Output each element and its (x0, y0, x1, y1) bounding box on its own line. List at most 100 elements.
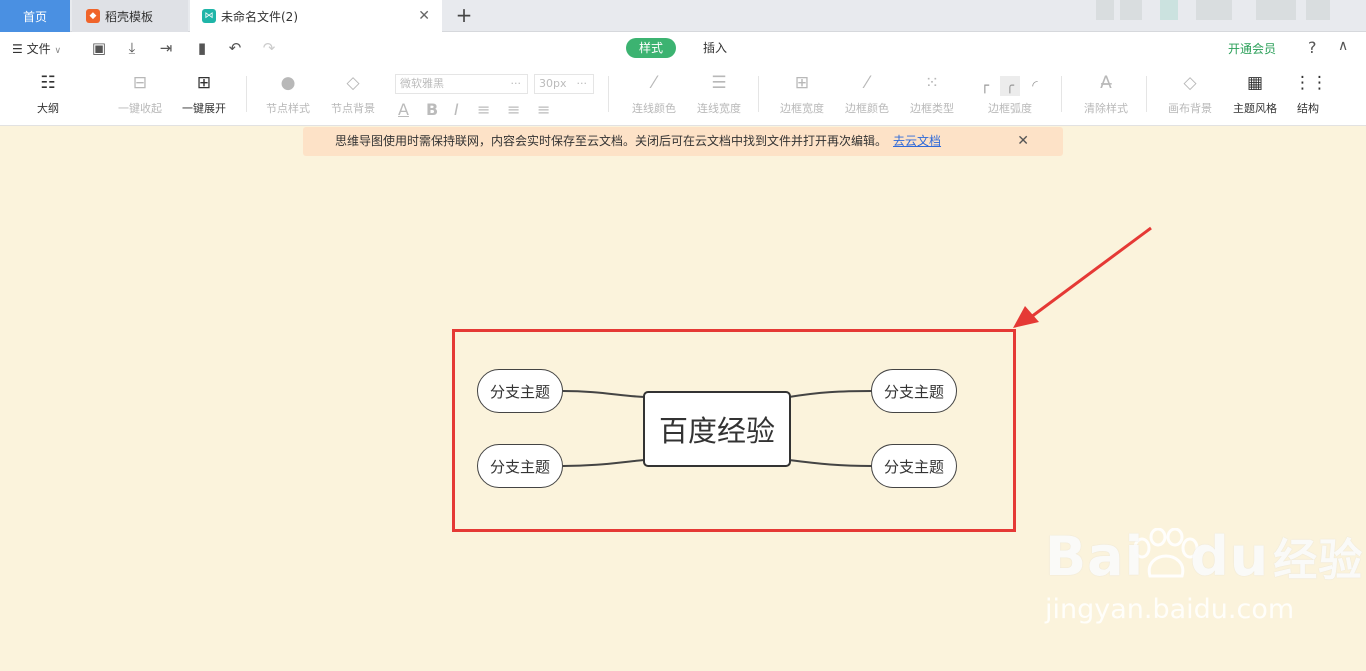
align-center-icon[interactable]: ≡ (507, 100, 520, 119)
undo-icon[interactable]: ↶ (226, 39, 244, 57)
canvas-bg-label: 画布背景 (1168, 102, 1212, 115)
line-color-button[interactable]: ⁄ 连线颜色 (628, 72, 680, 116)
tab-template[interactable]: ◆ 稻壳模板 (72, 0, 188, 32)
mindmap-canvas[interactable]: 百度经验 分支主题 分支主题 分支主题 分支主题 Bai du经验 jingyan… (0, 156, 1366, 671)
tab-insert[interactable]: 插入 (690, 38, 740, 58)
blurred-area (1096, 0, 1336, 20)
border-width-icon: ⊞ (794, 73, 810, 93)
font-family-value: 微软雅黑 (400, 77, 444, 90)
node-bg-button[interactable]: ◇ 节点背景 (327, 72, 379, 116)
structure-icon: ⋮⋮ (1294, 73, 1328, 93)
theme-icon: ▦ (1246, 73, 1264, 93)
docer-icon: ◆ (86, 9, 100, 23)
cloud-doc-link[interactable]: 去云文档 (893, 134, 941, 148)
font-size-select[interactable]: 30px ··· (534, 74, 594, 94)
border-type-button[interactable]: ⁙ 边框类型 (906, 72, 958, 116)
tab-document-label: 未命名文件(2) (221, 9, 298, 24)
chevron-down-icon: ∨ (54, 46, 62, 56)
expand-all-button[interactable]: ⊞ 一键展开 (178, 72, 230, 116)
divider (608, 76, 609, 112)
menu-icon: ☰ (12, 42, 23, 56)
border-radius-label-wrap: . 边框弧度 (984, 72, 1036, 116)
help-icon[interactable]: ? (1308, 38, 1317, 57)
divider (246, 76, 247, 112)
notice-text: 思维导图使用时需保持联网，内容会实时保存至云文档。关闭后可在云文档中找到文件并打… (335, 134, 888, 148)
collapse-all-label: 一键收起 (118, 102, 162, 115)
menu-row: ☰ 文件 ∨ ▣ ⤓ ⇥ ▮ ↶ ↷ 样式 插入 开通会员 ? ∧ (0, 32, 1366, 64)
align-right-icon[interactable]: ≡ (537, 100, 550, 119)
format-painter-icon[interactable]: ▮ (193, 39, 211, 57)
tab-home[interactable]: 首页 (0, 0, 70, 32)
tab-bar: 首页 ◆ 稻壳模板 ⋈ 未命名文件(2) ✕ + (0, 0, 1366, 32)
structure-button[interactable]: ⋮⋮ 结构 (1294, 72, 1328, 116)
expand-all-label: 一键展开 (182, 102, 226, 115)
cloud-notice: 思维导图使用时需保持联网，内容会实时保存至云文档。关闭后可在云文档中找到文件并打… (303, 127, 1063, 156)
font-family-select[interactable]: 微软雅黑 ··· (395, 74, 528, 94)
border-width-label: 边框宽度 (780, 102, 824, 115)
clear-format-icon: A̶ (1100, 73, 1112, 93)
annotation-highlight-box (452, 329, 1016, 532)
node-style-label: 节点样式 (266, 102, 310, 115)
line-color-label: 连线颜色 (632, 102, 676, 115)
border-radius-label: 边框弧度 (988, 102, 1032, 115)
divider (1061, 76, 1062, 112)
border-color-label: 边框颜色 (845, 102, 889, 115)
italic-icon[interactable]: I (454, 100, 459, 119)
vip-button[interactable]: 开通会员 (1228, 40, 1276, 57)
baidu-watermark: Bai du经验 jingyan.baidu.com (1045, 524, 1364, 625)
line-color-icon: ⁄ (652, 73, 656, 93)
line-width-button[interactable]: ☰ 连线宽度 (693, 72, 745, 116)
outline-button[interactable]: ☷ 大纲 (34, 72, 62, 116)
outline-icon: ☷ (40, 73, 56, 93)
border-type-icon: ⁙ (924, 73, 940, 93)
watermark-brand-tail: du (1190, 525, 1270, 588)
node-style-button[interactable]: ● 节点样式 (262, 72, 314, 116)
watermark-brand: Bai (1045, 525, 1145, 588)
divider (758, 76, 759, 112)
watermark-url: jingyan.baidu.com (1045, 594, 1295, 625)
theme-style-button[interactable]: ▦ 主题风格 (1229, 72, 1281, 116)
bold-icon[interactable]: B (426, 100, 438, 119)
more-icon: ··· (510, 77, 522, 90)
clear-style-label: 清除样式 (1084, 102, 1128, 115)
file-menu-label: 文件 (26, 42, 51, 56)
export-icon[interactable]: ⇥ (157, 39, 175, 57)
outline-label: 大纲 (37, 102, 59, 115)
close-icon[interactable]: ✕ (418, 8, 430, 24)
paint-bucket-icon: ◇ (346, 73, 360, 93)
paint-bucket-icon: ◇ (1183, 73, 1197, 93)
line-width-label: 连线宽度 (697, 102, 741, 115)
align-left-icon[interactable]: ≡ (477, 100, 490, 119)
border-color-button[interactable]: ⁄ 边框颜色 (841, 72, 893, 116)
tab-template-label: 稻壳模板 (105, 9, 154, 24)
file-menu[interactable]: ☰ 文件 ∨ (12, 40, 61, 57)
theme-style-label: 主题风格 (1233, 102, 1277, 115)
mindmap-file-icon: ⋈ (202, 9, 216, 23)
node-style-icon: ● (280, 73, 296, 93)
more-icon: ··· (576, 77, 588, 90)
close-icon[interactable]: ✕ (1017, 127, 1029, 156)
border-color-icon: ⁄ (865, 73, 869, 93)
download-icon[interactable]: ⤓ (123, 39, 141, 57)
font-size-value: 30px (539, 77, 567, 90)
font-color-icon[interactable]: A (398, 100, 409, 119)
border-width-button[interactable]: ⊞ 边框宽度 (776, 72, 828, 116)
add-tab-icon[interactable]: + (452, 3, 476, 27)
toolbar: ☷ 大纲 ⊟ 一键收起 ⊞ 一键展开 ● 节点样式 ◇ 节点背景 微软雅黑 ··… (0, 64, 1366, 126)
divider (1146, 76, 1147, 112)
redo-icon[interactable]: ↷ (260, 39, 278, 57)
collapse-ribbon-icon[interactable]: ∧ (1338, 38, 1348, 54)
minus-square-icon: ⊟ (132, 73, 148, 93)
structure-label: 结构 (1297, 102, 1319, 115)
collapse-all-button[interactable]: ⊟ 一键收起 (114, 72, 166, 116)
clear-style-button[interactable]: A̶ 清除样式 (1080, 72, 1132, 116)
save-icon[interactable]: ▣ (90, 39, 108, 57)
border-type-label: 边框类型 (910, 102, 954, 115)
plus-square-icon: ⊞ (196, 73, 212, 93)
line-width-icon: ☰ (711, 73, 727, 93)
watermark-suffix: 经验 (1273, 535, 1364, 586)
red-arrow (1013, 226, 1152, 328)
canvas-bg-button[interactable]: ◇ 画布背景 (1164, 72, 1216, 116)
tab-style[interactable]: 样式 (626, 38, 677, 58)
tab-document[interactable]: ⋈ 未命名文件(2) ✕ (190, 0, 442, 32)
